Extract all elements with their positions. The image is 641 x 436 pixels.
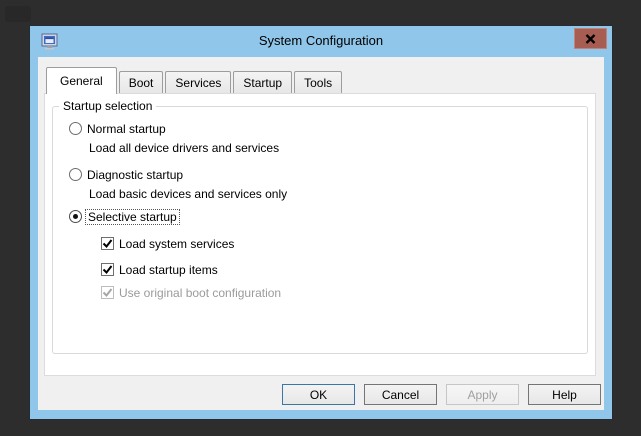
dialog-body: General Boot Services Startup Tools Star… <box>38 57 604 410</box>
checkbox-load-system-services[interactable]: Load system services <box>101 236 234 251</box>
tab-services-label: Services <box>175 76 221 90</box>
close-x-icon <box>585 34 596 44</box>
radio-selected-icon[interactable] <box>69 210 82 223</box>
tab-strip: General Boot Services Startup Tools <box>46 66 344 93</box>
radio-diagnostic-startup-label[interactable]: Diagnostic startup <box>87 168 183 182</box>
tab-page-general: Startup selection Normal startup Load al… <box>44 93 596 376</box>
checkbox-checked-icon[interactable] <box>101 263 114 276</box>
checkbox-load-startup-items-label[interactable]: Load startup items <box>119 263 218 277</box>
radio-selective-startup[interactable]: Selective startup <box>69 209 180 224</box>
groupbox-title: Startup selection <box>59 99 156 113</box>
checkmark-icon <box>102 264 113 275</box>
normal-startup-description: Load all device drivers and services <box>89 141 279 155</box>
radio-normal-startup-label[interactable]: Normal startup <box>87 122 166 136</box>
desktop-artifact <box>5 6 31 22</box>
tab-general-label: General <box>60 74 103 88</box>
cancel-button[interactable]: Cancel <box>364 384 437 405</box>
radio-diagnostic-startup[interactable]: Diagnostic startup <box>69 167 183 182</box>
checkbox-load-system-services-label[interactable]: Load system services <box>119 237 234 251</box>
startup-selection-groupbox: Startup selection Normal startup Load al… <box>52 106 588 354</box>
radio-dot <box>73 214 78 219</box>
ok-button[interactable]: OK <box>282 384 355 405</box>
checkmark-icon <box>102 287 113 298</box>
tab-startup[interactable]: Startup <box>233 71 292 93</box>
tab-tools[interactable]: Tools <box>294 71 342 93</box>
desktop-background: System Configuration General Boot Servic… <box>0 0 641 436</box>
tab-services[interactable]: Services <box>165 71 231 93</box>
tab-boot-label: Boot <box>129 76 154 90</box>
titlebar[interactable]: System Configuration <box>30 26 612 57</box>
help-button[interactable]: Help <box>528 384 601 405</box>
checkbox-checked-disabled-icon <box>101 286 114 299</box>
diagnostic-startup-description: Load basic devices and services only <box>89 187 287 201</box>
radio-normal-startup[interactable]: Normal startup <box>69 121 166 136</box>
checkmark-icon <box>102 238 113 249</box>
radio-selective-startup-label[interactable]: Selective startup <box>85 209 180 225</box>
window-title: System Configuration <box>30 26 612 57</box>
checkbox-checked-icon[interactable] <box>101 237 114 250</box>
tab-boot[interactable]: Boot <box>119 71 164 93</box>
system-configuration-window: System Configuration General Boot Servic… <box>30 26 612 419</box>
checkbox-use-original-boot-configuration-label: Use original boot configuration <box>119 286 281 300</box>
tab-startup-label: Startup <box>243 76 282 90</box>
tab-tools-label: Tools <box>304 76 332 90</box>
checkbox-load-startup-items[interactable]: Load startup items <box>101 262 218 277</box>
tab-general[interactable]: General <box>46 67 117 94</box>
radio-circle-icon[interactable] <box>69 168 82 181</box>
close-button[interactable] <box>574 28 607 49</box>
radio-circle-icon[interactable] <box>69 122 82 135</box>
checkbox-use-original-boot-configuration: Use original boot configuration <box>101 285 281 300</box>
apply-button: Apply <box>446 384 519 405</box>
